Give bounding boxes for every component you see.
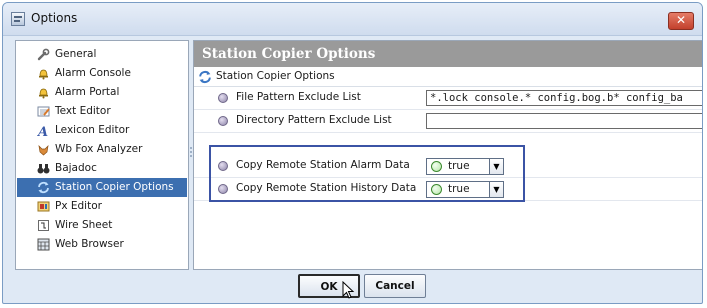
text-editor-icon — [37, 105, 50, 118]
property-root-label: Station Copier Options — [216, 70, 335, 82]
sidebar-item-label: General — [55, 48, 97, 60]
copy-history-data-select[interactable]: true ▼ — [426, 181, 504, 198]
sidebar-item-label: Station Copier Options — [55, 181, 174, 193]
title-bar[interactable]: Options ✕ — [3, 3, 702, 36]
svg-text:A: A — [37, 125, 48, 137]
select-value: true — [448, 160, 470, 172]
sidebar-item-wire-sheet[interactable]: Wire Sheet — [17, 216, 187, 235]
copy-alarm-data-select[interactable]: true ▼ — [426, 158, 504, 175]
sidebar-item-label: Lexicon Editor — [55, 124, 130, 136]
bell-icon — [37, 86, 50, 99]
sidebar-item-text-editor[interactable]: Text Editor — [17, 102, 187, 121]
close-button[interactable]: ✕ — [668, 12, 694, 30]
true-status-icon — [431, 184, 442, 195]
station-copier-icon — [37, 181, 50, 194]
wrench-icon — [37, 48, 50, 61]
sidebar-item-label: Bajadoc — [55, 162, 97, 174]
dropdown-arrow-icon[interactable]: ▼ — [489, 159, 503, 174]
file-pattern-exclude-field[interactable]: *.lock console.* config.bog.b* config_ba — [426, 90, 702, 106]
directory-pattern-exclude-field[interactable] — [426, 113, 702, 129]
property-row-copy-history-data: Copy Remote Station History Data true ▼ — [194, 178, 702, 201]
select-value: true — [448, 183, 470, 195]
dialog-body: General Alarm Console Alarm Portal Text … — [9, 39, 702, 271]
sidebar-item-label: Wire Sheet — [55, 219, 113, 231]
mouse-pointer-icon — [342, 281, 355, 299]
sidebar-item-alarm-console[interactable]: Alarm Console — [17, 64, 187, 83]
property-label: File Pattern Exclude List — [236, 91, 361, 103]
panel-header: Station Copier Options — [194, 41, 702, 67]
sidebar-item-label: Text Editor — [55, 105, 111, 117]
dropdown-arrow-icon[interactable]: ▼ — [489, 182, 503, 197]
sidebar-item-bajadoc[interactable]: Bajadoc — [17, 159, 187, 178]
property-bullet-icon — [218, 116, 228, 126]
fox-icon — [37, 143, 50, 156]
station-copier-icon — [198, 70, 212, 84]
property-row-copy-alarm-data: Copy Remote Station Alarm Data true ▼ — [194, 155, 702, 178]
property-row-directory-pattern: Directory Pattern Exclude List — [194, 110, 702, 133]
lexicon-a-icon: A — [36, 124, 50, 140]
property-root[interactable]: Station Copier Options — [194, 67, 702, 87]
sidebar-item-general[interactable]: General — [17, 45, 187, 64]
sidebar-item-label: Px Editor — [55, 200, 102, 212]
sidebar-item-label: Alarm Portal — [55, 86, 120, 98]
property-row-file-pattern: File Pattern Exclude List *.lock console… — [194, 87, 702, 110]
options-dialog: Options ✕ General Alarm Console Alarm Po… — [2, 2, 703, 304]
sidebar-item-label: Wb Fox Analyzer — [55, 143, 143, 155]
sidebar-item-web-browser[interactable]: Web Browser — [17, 235, 187, 254]
px-editor-icon — [37, 200, 50, 213]
property-sheet: Station Copier Options File Pattern Excl… — [194, 67, 702, 269]
true-status-icon — [431, 161, 442, 172]
options-app-icon — [11, 12, 25, 26]
property-bullet-icon — [218, 93, 228, 103]
property-label: Directory Pattern Exclude List — [236, 114, 392, 126]
property-bullet-icon — [218, 184, 228, 194]
sidebar-item-wb-fox-analyzer[interactable]: Wb Fox Analyzer — [17, 140, 187, 159]
property-label: Copy Remote Station Alarm Data — [236, 159, 410, 171]
sidebar-item-px-editor[interactable]: Px Editor — [17, 197, 187, 216]
web-browser-icon — [37, 238, 50, 251]
station-copier-panel: Station Copier Options Station Copier Op… — [193, 40, 702, 270]
binoculars-icon — [37, 162, 50, 175]
sidebar-item-label: Web Browser — [55, 238, 124, 250]
property-label: Copy Remote Station History Data — [236, 182, 417, 194]
cancel-button[interactable]: Cancel — [364, 274, 426, 298]
wire-sheet-icon — [37, 219, 50, 232]
property-bullet-icon — [218, 161, 228, 171]
sidebar-item-label: Alarm Console — [55, 67, 131, 79]
bell-icon — [37, 67, 50, 80]
sidebar-item-station-copier-options[interactable]: Station Copier Options — [17, 178, 187, 197]
window-title: Options — [31, 11, 78, 25]
dialog-footer: OK Cancel — [3, 271, 702, 303]
sidebar-item-lexicon-editor[interactable]: A Lexicon Editor — [17, 121, 187, 140]
options-sidebar: General Alarm Console Alarm Portal Text … — [15, 40, 189, 270]
sidebar-item-alarm-portal[interactable]: Alarm Portal — [17, 83, 187, 102]
